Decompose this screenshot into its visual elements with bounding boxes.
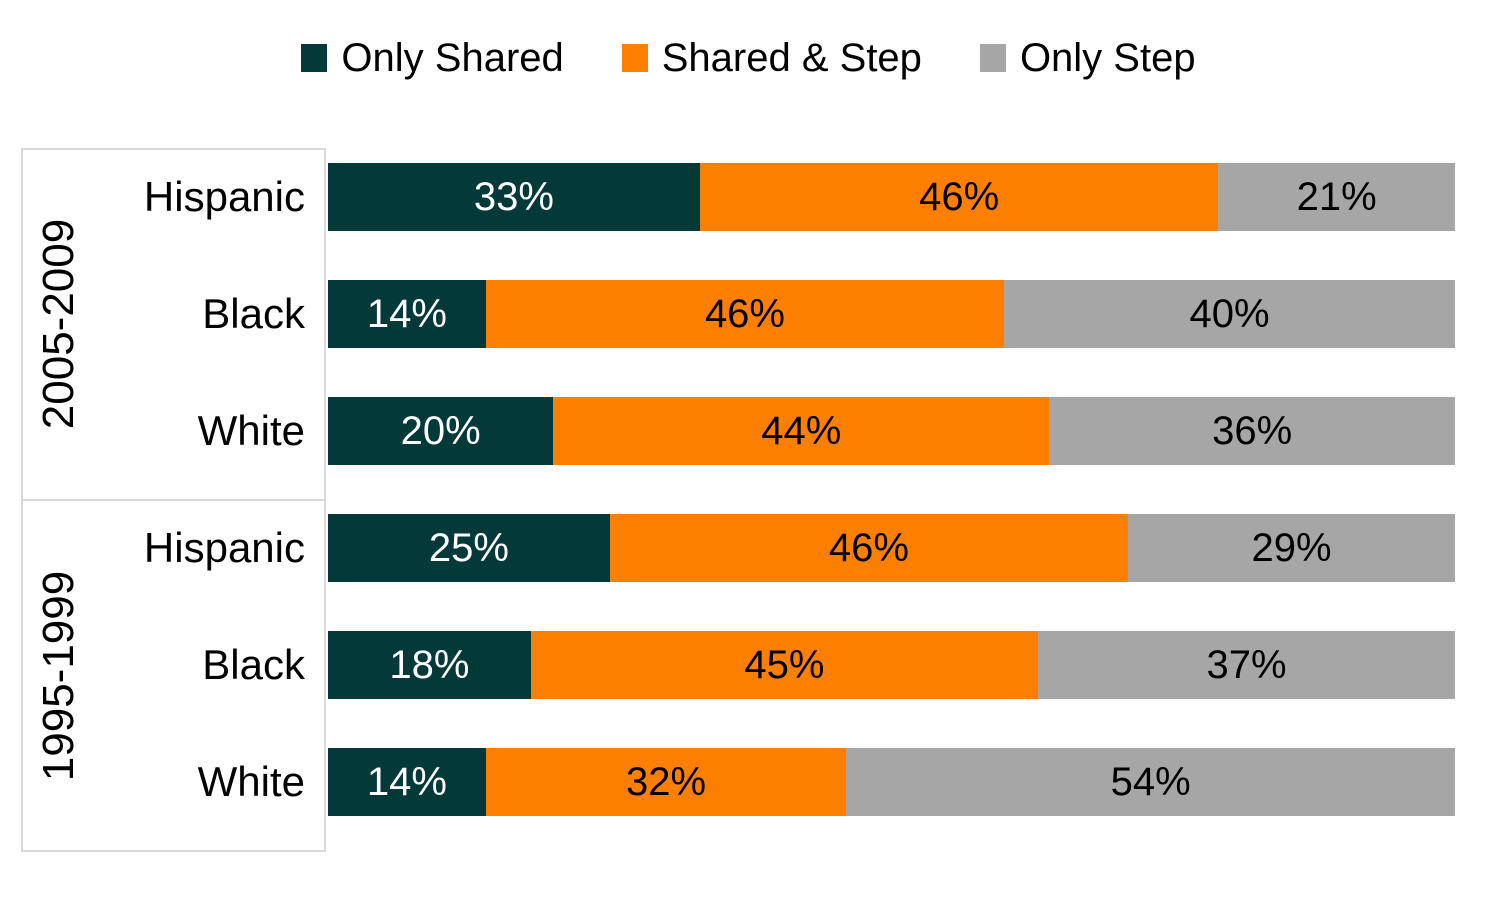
category-label-hispanic: Hispanic — [143, 173, 305, 220]
legend-swatch-only-shared-icon — [301, 44, 328, 72]
category-label-white: White — [197, 758, 305, 805]
bar-segment-shared-and-step[interactable]: 45% — [530, 631, 1038, 699]
bar-segment-shared-and-step[interactable]: 44% — [553, 397, 1050, 465]
bar-segment-only-shared[interactable]: 14% — [328, 748, 486, 816]
bar-segment-only-step[interactable]: 54% — [846, 748, 1455, 816]
bar-segment-only-step[interactable]: 37% — [1038, 631, 1455, 699]
bar-track: 14% 32% 54% — [328, 748, 1455, 816]
bar-segment-only-shared[interactable]: 20% — [328, 397, 554, 465]
category-label-black: Black — [202, 290, 305, 337]
legend-swatch-only-step-icon — [979, 44, 1006, 72]
chart-legend: Only Shared Shared & Step Only Step — [0, 38, 1497, 78]
bar-track: 25% 46% 29% — [328, 514, 1455, 582]
bar-segment-shared-and-step[interactable]: 46% — [485, 280, 1005, 348]
bar-segment-only-step[interactable]: 29% — [1128, 514, 1455, 582]
bar-segment-shared-and-step[interactable]: 46% — [609, 514, 1129, 582]
bar-row: Hispanic 25% 46% 29% — [0, 514, 1497, 582]
legend-label-shared-and-step: Shared & Step — [661, 36, 922, 80]
bar-segment-shared-and-step[interactable]: 32% — [485, 748, 847, 816]
bar-segment-only-step[interactable]: 36% — [1049, 397, 1455, 465]
bar-segment-only-shared[interactable]: 33% — [328, 163, 700, 231]
bar-row: Black 14% 46% 40% — [0, 280, 1497, 348]
bar-track: 33% 46% 21% — [328, 163, 1455, 231]
legend-item-only-shared[interactable]: Only Shared — [301, 36, 564, 80]
category-label-black: Black — [202, 641, 305, 688]
legend-label-only-step: Only Step — [1019, 36, 1196, 80]
bar-segment-only-shared[interactable]: 25% — [328, 514, 610, 582]
bar-track: 20% 44% 36% — [328, 397, 1455, 465]
legend-item-only-step[interactable]: Only Step — [979, 36, 1196, 80]
legend-label-only-shared: Only Shared — [341, 36, 564, 80]
bar-row: Hispanic 33% 46% 21% — [0, 163, 1497, 231]
bar-row: White 14% 32% 54% — [0, 748, 1497, 816]
bar-segment-only-shared[interactable]: 18% — [328, 631, 531, 699]
bar-row: White 20% 44% 36% — [0, 397, 1497, 465]
bar-segment-only-step[interactable]: 21% — [1218, 163, 1455, 231]
bar-segment-only-shared[interactable]: 14% — [328, 280, 486, 348]
stacked-bar-chart: 2005-2009 1995-1999 Hispanic 33% 46% 21% Bla… — [0, 148, 1497, 854]
bar-row: Black 18% 45% 37% — [0, 631, 1497, 699]
legend-swatch-shared-and-step-icon — [621, 44, 648, 72]
category-label-white: White — [197, 407, 305, 454]
bar-track: 18% 45% 37% — [328, 631, 1455, 699]
bar-track: 14% 46% 40% — [328, 280, 1455, 348]
category-label-hispanic: Hispanic — [143, 524, 305, 571]
legend-item-shared-and-step[interactable]: Shared & Step — [621, 36, 922, 80]
bar-segment-shared-and-step[interactable]: 46% — [699, 163, 1219, 231]
bar-segment-only-step[interactable]: 40% — [1004, 280, 1455, 348]
